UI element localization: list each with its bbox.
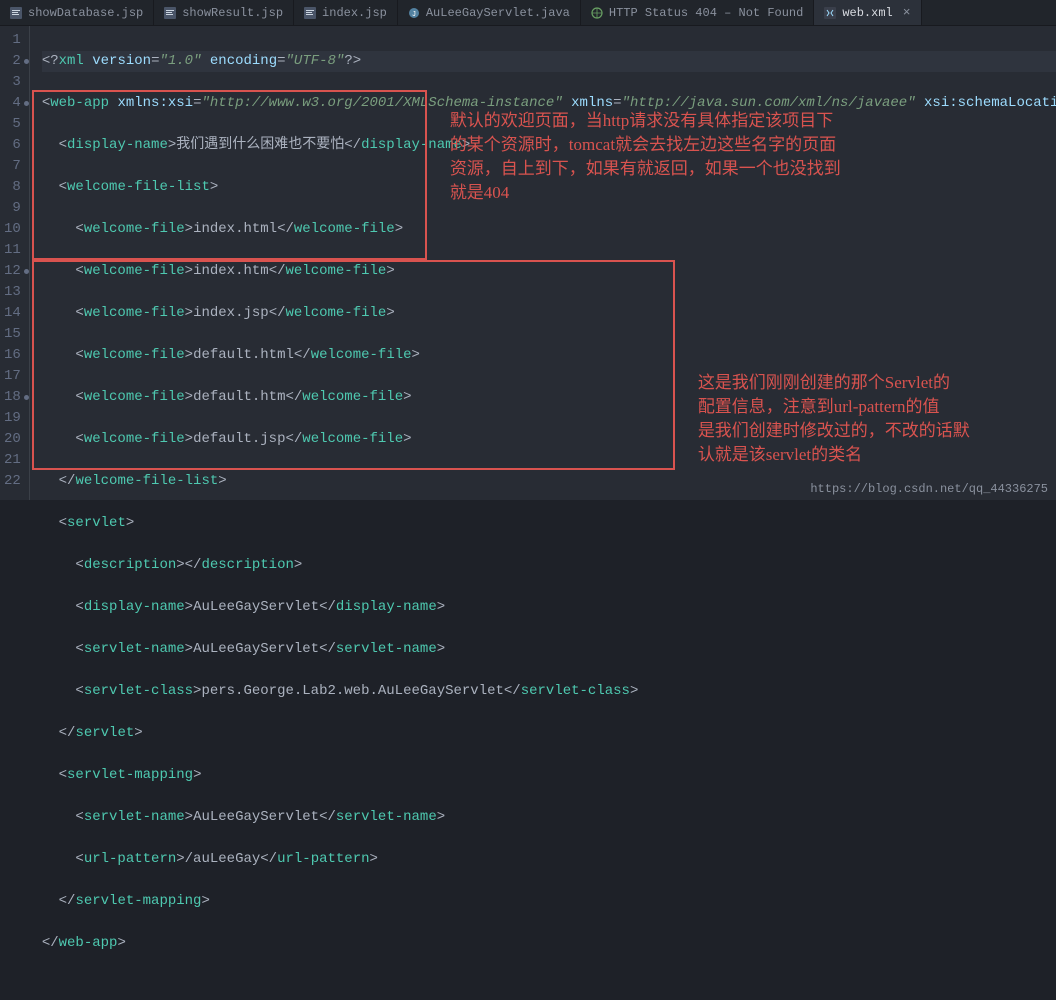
code-content[interactable]: <?xml version="1.0" encoding="UTF-8"?> <… [29,26,1056,500]
annotation-text-2: 这是我们刚刚创建的那个Servlet的 配置信息，注意到url-pattern的… [698,371,970,467]
watermark: https://blog.csdn.net/qq_44336275 [810,482,1048,496]
editor-tabs: showDatabase.jsp showResult.jsp index.js… [0,0,1056,26]
web-icon [591,7,603,19]
tab-label: web.xml [842,6,892,20]
close-icon[interactable]: × [903,5,911,20]
tab-label: showDatabase.jsp [28,6,143,20]
svg-text:J: J [412,11,416,19]
tab-showresult[interactable]: showResult.jsp [154,0,294,25]
tab-http-404[interactable]: HTTP Status 404 – Not Found [581,0,814,25]
tab-showdatabase[interactable]: showDatabase.jsp [0,0,154,25]
xml-icon [824,7,836,19]
tab-servlet-java[interactable]: J AuLeeGayServlet.java [398,0,581,25]
editor-area: 1 2 3 4 5 6 7 8 9 10 11 12 13 14 15 16 1… [0,26,1056,500]
line-gutter: 1 2 3 4 5 6 7 8 9 10 11 12 13 14 15 16 1… [0,26,29,500]
jsp-icon [304,7,316,19]
jsp-icon [164,7,176,19]
tab-webxml[interactable]: web.xml × [814,0,921,25]
tab-label: index.jsp [322,6,387,20]
tab-label: HTTP Status 404 – Not Found [609,6,803,20]
tab-label: AuLeeGayServlet.java [426,6,570,20]
tab-label: showResult.jsp [182,6,283,20]
tab-index[interactable]: index.jsp [294,0,398,25]
java-icon: J [408,7,420,19]
annotation-text-1: 默认的欢迎页面，当http请求没有具体指定该项目下 的某个资源时，tomcat就… [450,109,841,205]
jsp-icon [10,7,22,19]
